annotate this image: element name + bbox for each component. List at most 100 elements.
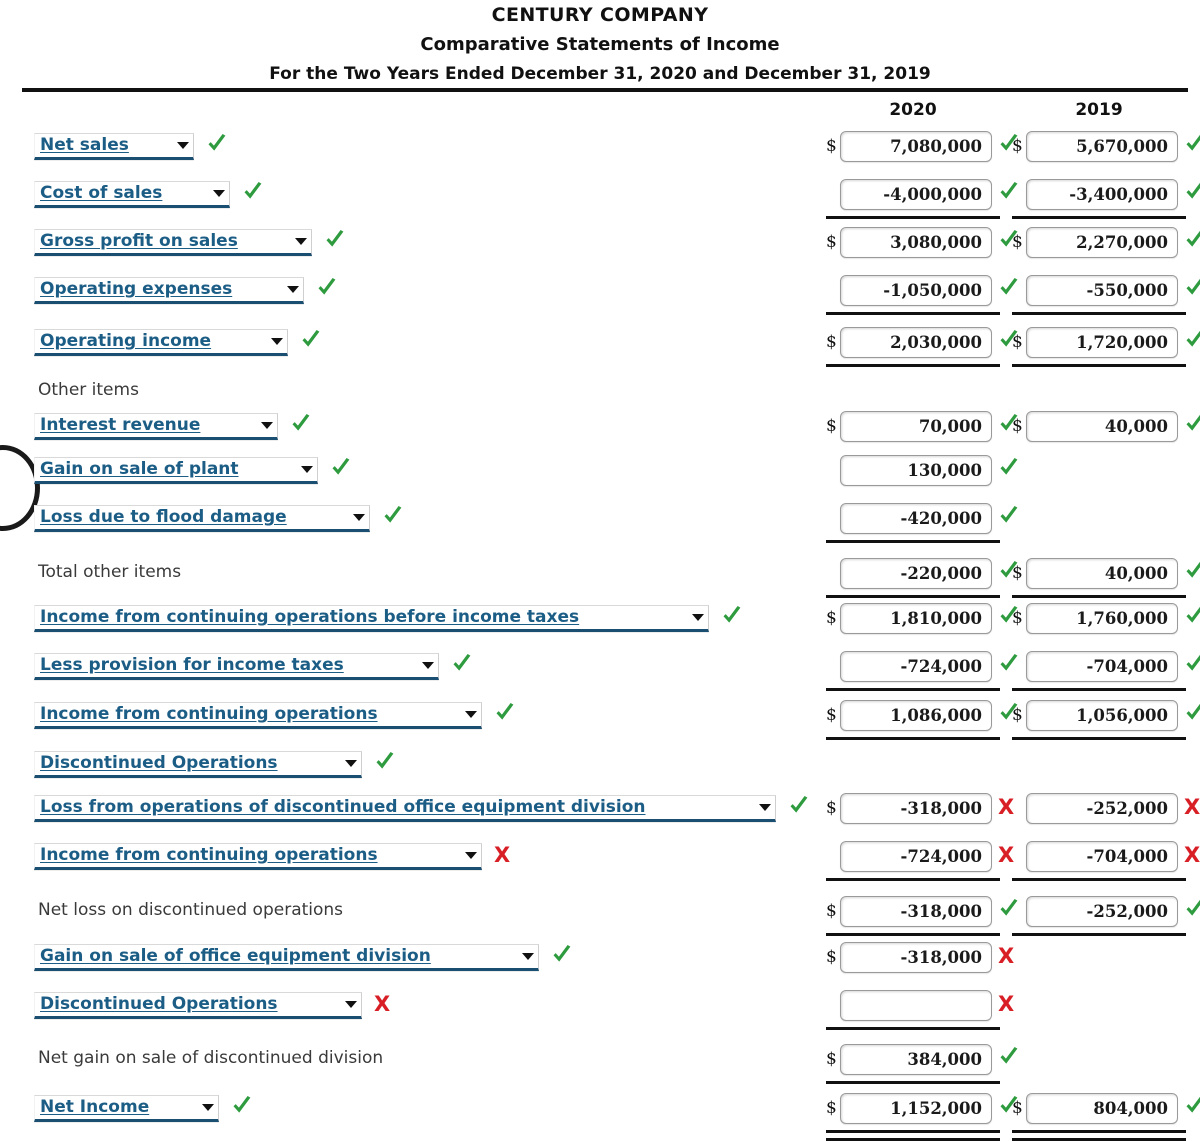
amount-input[interactable]: 130,000 [840, 455, 992, 486]
line-item-select[interactable]: Income from continuing operations [34, 702, 482, 729]
amount-input[interactable]: 1,086,000 [840, 700, 992, 731]
line-item-select[interactable]: Cost of sales [34, 181, 230, 208]
line-item-select[interactable]: Net sales [34, 133, 194, 160]
amount-value: 7,080,000 [890, 137, 982, 156]
chevron-down-icon[interactable] [522, 953, 534, 960]
amount-input[interactable]: -550,000 [1026, 275, 1178, 306]
amount-input[interactable]: 3,080,000 [840, 227, 992, 258]
amount-input[interactable]: -704,000 [1026, 841, 1178, 872]
amount-x-icon: X [1184, 795, 1200, 819]
chevron-down-icon[interactable] [301, 466, 313, 473]
amount-input[interactable]: -1,050,000 [840, 275, 992, 306]
chevron-down-icon[interactable] [345, 760, 357, 767]
amount-input[interactable]: -252,000 [1026, 896, 1178, 927]
line-item-check-icon [206, 132, 228, 158]
amount-input[interactable]: -4,000,000 [840, 179, 992, 210]
subtotal-rule [1012, 933, 1186, 936]
amount-input[interactable]: 5,670,000 [1026, 131, 1178, 162]
subtotal-rule [826, 312, 1000, 315]
chevron-down-icon[interactable] [692, 614, 704, 621]
amount-input[interactable]: -3,400,000 [1026, 179, 1178, 210]
line-item-static-label: Total other items [38, 562, 182, 582]
amount-input[interactable]: 40,000 [1026, 558, 1178, 589]
chevron-down-icon[interactable] [213, 190, 225, 197]
amount-check-icon [1184, 559, 1200, 585]
amount-input[interactable]: 7,080,000 [840, 131, 992, 162]
line-item-label: Gross profit on sales [40, 231, 238, 251]
line-item-select[interactable]: Discontinued Operations [34, 751, 362, 778]
amount-value: -704,000 [1086, 657, 1168, 676]
amount-input[interactable]: -724,000 [840, 651, 992, 682]
chevron-down-icon[interactable] [177, 142, 189, 149]
amount-cell-2020: $ -318,000 X [826, 793, 1014, 825]
amount-cell-2019: -704,000 [1012, 651, 1200, 683]
subtotal-rule [826, 364, 1000, 367]
amount-input[interactable]: -318,000 [840, 793, 992, 824]
chevron-down-icon[interactable] [353, 514, 365, 521]
currency-symbol: $ [826, 232, 837, 252]
line-item-select[interactable]: Interest revenue [34, 413, 278, 440]
amount-input[interactable]: -704,000 [1026, 651, 1178, 682]
total-double-rule [826, 1130, 1000, 1141]
chevron-down-icon[interactable] [422, 662, 434, 669]
amount-input[interactable]: 40,000 [1026, 411, 1178, 442]
chevron-down-icon[interactable] [261, 422, 273, 429]
chevron-down-icon[interactable] [271, 338, 283, 345]
amount-input[interactable]: 804,000 [1026, 1093, 1178, 1124]
amount-input[interactable]: 1,760,000 [1026, 603, 1178, 634]
amount-input[interactable]: 1,056,000 [1026, 700, 1178, 731]
chevron-down-icon[interactable] [287, 286, 299, 293]
line-item-select[interactable]: Loss due to flood damage [34, 505, 370, 532]
line-item-select[interactable]: Gross profit on sales [34, 229, 312, 256]
amount-input[interactable]: -724,000 [840, 841, 992, 872]
amount-input[interactable]: -318,000 [840, 942, 992, 973]
subtotal-rule [826, 878, 1000, 881]
amount-input[interactable]: -318,000 [840, 896, 992, 927]
line-item-select[interactable]: Net Income [34, 1095, 219, 1122]
line-item-check-icon [330, 456, 352, 482]
line-item-select[interactable]: Operating income [34, 329, 288, 356]
chevron-down-icon[interactable] [465, 852, 477, 859]
line-item-label: Interest revenue [40, 415, 201, 435]
chevron-down-icon[interactable] [465, 711, 477, 718]
statement-row: Loss due to flood damage -420,000 [0, 503, 1200, 543]
amount-input[interactable]: 2,030,000 [840, 327, 992, 358]
line-item-label: Loss from operations of discontinued off… [40, 797, 646, 817]
statement-period: For the Two Years Ended December 31, 202… [269, 64, 931, 84]
line-item-select[interactable]: Operating expenses [34, 277, 304, 304]
amount-input[interactable]: 70,000 [840, 411, 992, 442]
line-item-label: Gain on sale of office equipment divisio… [40, 946, 431, 966]
amount-input[interactable] [840, 990, 992, 1021]
amount-cell-2019: $40,000 [1012, 411, 1200, 443]
line-item-select[interactable]: Less provision for income taxes [34, 653, 439, 680]
amount-value: 1,760,000 [1076, 609, 1168, 628]
line-item-label: Loss due to flood damage [40, 507, 287, 527]
amount-input[interactable]: 384,000 [840, 1044, 992, 1075]
chevron-down-icon[interactable] [759, 804, 771, 811]
line-item-select[interactable]: Gain on sale of office equipment divisio… [34, 944, 539, 971]
chevron-down-icon[interactable] [295, 238, 307, 245]
amount-input[interactable]: 1,152,000 [840, 1093, 992, 1124]
statement-row: Income from continuing operations X -724,0… [0, 841, 1200, 881]
line-item-select[interactable]: Discontinued Operations [34, 992, 362, 1019]
amount-input[interactable]: -252,000 [1026, 793, 1178, 824]
amount-input[interactable]: 2,270,000 [1026, 227, 1178, 258]
chevron-down-icon[interactable] [202, 1104, 214, 1111]
currency-symbol: $ [1012, 1098, 1023, 1118]
amount-value: -724,000 [900, 847, 982, 866]
amount-value: 70,000 [918, 417, 982, 436]
line-item-select[interactable]: Income from continuing operations before… [34, 605, 709, 632]
amount-value: 130,000 [907, 461, 982, 480]
line-item-label: Operating expenses [40, 279, 233, 299]
amount-input[interactable]: 1,720,000 [1026, 327, 1178, 358]
chevron-down-icon[interactable] [345, 1001, 357, 1008]
amount-input[interactable]: -420,000 [840, 503, 992, 534]
amount-cell-2020: $1,152,000 [826, 1093, 1018, 1125]
line-item-check-icon [382, 504, 404, 530]
amount-input[interactable]: -220,000 [840, 558, 992, 589]
line-item-select[interactable]: Gain on sale of plant [34, 457, 318, 484]
amount-input[interactable]: 1,810,000 [840, 603, 992, 634]
column-header-2020: 2020 [889, 100, 937, 120]
line-item-select[interactable]: Income from continuing operations [34, 843, 482, 870]
line-item-select[interactable]: Loss from operations of discontinued off… [34, 795, 776, 822]
